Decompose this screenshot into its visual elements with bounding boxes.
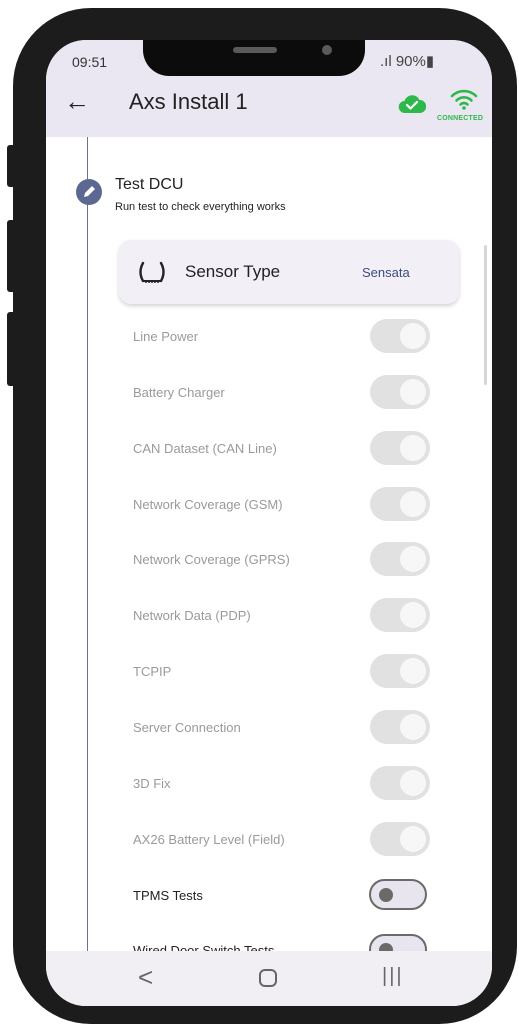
test-toggle[interactable] — [370, 319, 430, 353]
tire-pressure-icon — [137, 260, 167, 291]
step-title: Test DCU — [115, 176, 184, 193]
test-row-network-gprs: Network Coverage (GPRS) — [133, 540, 453, 580]
test-label: Network Data (PDP) — [133, 608, 251, 623]
test-label: Server Connection — [133, 720, 241, 735]
test-toggle[interactable] — [370, 710, 430, 744]
connection-status: CONNECTED — [437, 115, 484, 122]
edit-pencil-icon — [76, 179, 102, 205]
test-label: TCPIP — [133, 664, 172, 679]
toggle-knob — [400, 379, 426, 405]
test-dcu-step: Test DCU Run test to check everything wo… — [46, 137, 492, 951]
stepper-line — [87, 137, 88, 951]
front-camera — [322, 45, 332, 55]
sensor-type-card[interactable]: Sensor Type Sensata — [119, 240, 459, 304]
test-row-line-power: Line Power — [133, 317, 453, 357]
nav-back-icon[interactable]: < — [138, 964, 153, 990]
test-toggle[interactable] — [370, 542, 430, 576]
test-label: AX26 Battery Level (Field) — [133, 832, 285, 847]
toggle-knob — [400, 826, 426, 852]
test-toggle[interactable] — [369, 879, 427, 910]
scrollbar[interactable] — [484, 245, 487, 385]
test-label: Wired Door Switch Tests — [133, 943, 275, 951]
toggle-knob — [379, 888, 393, 902]
test-row-tcpip: TCPIP — [133, 652, 453, 692]
app-bar: 09:51 .ıl 90%▮ ← Axs Install 1 CONNECTED — [46, 40, 492, 137]
toggle-knob — [400, 770, 426, 796]
toggle-knob — [400, 323, 426, 349]
test-label: TPMS Tests — [133, 888, 203, 903]
notch — [143, 40, 365, 76]
toggle-knob — [400, 435, 426, 461]
speaker — [233, 47, 277, 53]
test-label: Line Power — [133, 329, 199, 344]
sensor-type-value: Sensata — [362, 265, 410, 280]
test-row-network-data: Network Data (PDP) — [133, 596, 453, 636]
test-toggle[interactable] — [370, 598, 430, 632]
sensor-type-label: Sensor Type — [185, 262, 281, 281]
power-button — [7, 145, 17, 187]
wifi-icon — [450, 88, 478, 117]
toggle-knob — [400, 546, 426, 572]
screen: 09:51 .ıl 90%▮ ← Axs Install 1 CONNECTED — [46, 40, 492, 1006]
toggle-knob — [400, 714, 426, 740]
test-row-can-dataset: CAN Dataset (CAN Line) — [133, 429, 453, 469]
test-label: Network Coverage (GSM) — [133, 497, 283, 512]
test-toggle[interactable] — [370, 375, 430, 409]
cloud-check-icon — [398, 94, 427, 119]
test-toggle[interactable] — [370, 654, 430, 688]
test-row-ax26-battery: AX26 Battery Level (Field) — [133, 820, 453, 860]
volume-up-button — [7, 220, 17, 292]
test-toggle[interactable] — [370, 431, 430, 465]
system-nav-bar: < ||| — [46, 951, 492, 1006]
test-toggle[interactable] — [370, 766, 430, 800]
test-label: Battery Charger — [133, 385, 225, 400]
test-label: CAN Dataset (CAN Line) — [133, 441, 277, 456]
back-arrow-icon[interactable]: ← — [64, 88, 90, 114]
page-title: Axs Install 1 — [129, 89, 248, 114]
test-row-battery-charger: Battery Charger — [133, 373, 453, 413]
test-row-tpms: TPMS Tests — [133, 876, 453, 916]
test-row-wired-door-switch: Wired Door Switch Tests — [133, 931, 453, 951]
toggle-knob — [400, 602, 426, 628]
toggle-knob — [379, 943, 393, 951]
status-battery: .ıl 90%▮ — [377, 53, 435, 70]
test-toggle[interactable] — [370, 487, 430, 521]
test-toggle[interactable] — [370, 822, 430, 856]
volume-down-button — [7, 312, 17, 386]
test-toggle[interactable] — [369, 934, 427, 951]
test-row-network-gsm: Network Coverage (GSM) — [133, 485, 453, 525]
test-row-server-connection: Server Connection — [133, 708, 453, 748]
test-label: Network Coverage (GPRS) — [133, 552, 290, 567]
nav-recent-apps-icon[interactable]: ||| — [382, 965, 404, 987]
toggle-knob — [400, 491, 426, 517]
test-label: 3D Fix — [133, 776, 171, 791]
status-time: 09:51 — [72, 54, 108, 70]
step-subtitle: Run test to check everything works — [115, 201, 286, 213]
test-row-3d-fix: 3D Fix — [133, 764, 453, 804]
nav-home-icon[interactable] — [259, 969, 277, 987]
toggle-knob — [400, 658, 426, 684]
